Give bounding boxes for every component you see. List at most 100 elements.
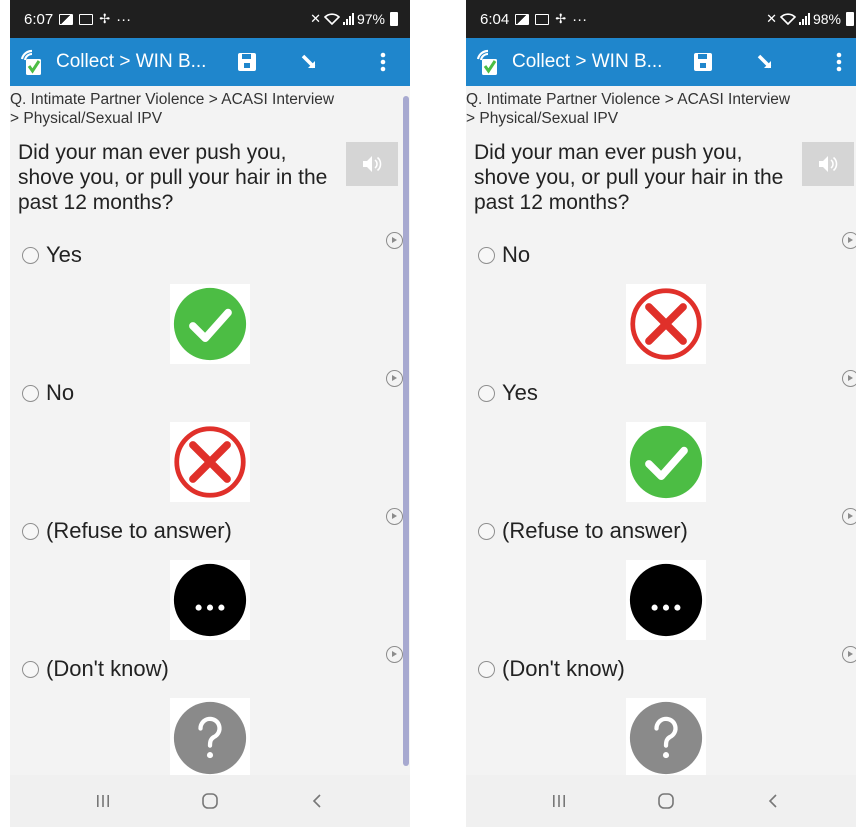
option-audio-play-button[interactable] [842,508,856,525]
speaker-icon [819,156,838,172]
option-audio-play-button[interactable] [842,232,856,249]
status-bar: 6:07 ✢ ··· ✕ 97% [10,0,410,38]
jump-to-question-button[interactable] [292,45,326,79]
recents-icon [553,795,566,807]
radio-button[interactable] [22,660,39,678]
option-audio-play-button[interactable] [386,232,403,249]
question-text: Did your man ever push you, shove you, o… [18,141,328,214]
battery-percent: 97% [356,11,385,27]
answer-option-dont-know[interactable]: (Don't know) [478,656,625,682]
option-image-no[interactable] [626,284,706,364]
app-title: Collect > WIN B... [512,51,663,72]
option-audio-play-button[interactable] [842,370,856,387]
answer-option-refuse[interactable]: (Refuse to answer) [22,518,232,544]
save-button[interactable] [686,45,720,79]
option-image-no[interactable] [170,422,250,502]
check-icon [629,425,703,499]
option-audio-play-button[interactable] [386,646,403,663]
navigate-arrow-icon [757,54,772,69]
option-image-dont-know[interactable] [170,698,250,775]
home-button[interactable] [190,781,230,821]
calendar-notification-icon [79,13,94,25]
scrollbar[interactable] [403,96,409,766]
sync-notification-icon: ✢ [99,11,111,26]
more-vertical-icon [380,52,386,72]
android-nav-bar [10,775,410,827]
wifi-icon [323,13,340,25]
recents-icon [97,795,110,807]
check-icon [173,287,247,361]
battery-icon [390,12,398,26]
option-image-dont-know[interactable] [626,698,706,775]
option-image-yes[interactable] [626,422,706,502]
answer-option-yes[interactable]: Yes [22,242,82,268]
overflow-menu-button[interactable] [366,45,400,79]
back-icon [312,794,321,808]
radio-button[interactable] [478,522,495,540]
status-time: 6:07 [24,10,54,28]
radio-button[interactable] [478,246,495,264]
option-label: No [46,380,75,405]
signal-icon [798,13,810,25]
save-button[interactable] [230,45,264,79]
recent-apps-button[interactable] [539,781,579,821]
wifi-icon [779,13,796,25]
option-audio-play-button[interactable] [842,646,856,663]
question-icon [629,701,703,775]
option-audio-play-button[interactable] [386,508,403,525]
form-content: Q. Intimate Partner Violence > ACASI Int… [466,86,856,775]
answer-option-no[interactable]: No [22,380,74,406]
app-toolbar: Collect > WIN B... [10,38,410,86]
gallery-notification-icon [59,13,74,25]
back-button[interactable] [297,781,337,821]
option-label: Yes [502,380,538,405]
app-title: Collect > WIN B... [56,51,207,72]
home-icon [202,793,218,809]
phone-screen-right: 6:04 ✢ ··· ✕ 98% Collect > WIN B... Q. I… [466,0,856,827]
status-bar: 6:04 ✢ ··· ✕ 98% [466,0,856,38]
option-label: (Refuse to answer) [46,518,232,543]
ellipsis-icon [629,563,703,637]
answer-option-dont-know[interactable]: (Don't know) [22,656,169,682]
sync-notification-icon: ✢ [555,11,567,26]
question-audio-button[interactable] [802,142,854,186]
back-icon [768,794,777,808]
option-label: No [502,242,531,267]
option-image-yes[interactable] [170,284,250,364]
option-image-refuse[interactable] [626,560,706,640]
answer-option-yes[interactable]: Yes [478,380,538,406]
question-group-breadcrumb: Q. Intimate Partner Violence > ACASI Int… [466,91,791,127]
more-notifications-icon: ··· [572,10,588,28]
home-button[interactable] [646,781,686,821]
radio-button[interactable] [22,246,39,264]
answer-option-refuse[interactable]: (Refuse to answer) [478,518,688,544]
back-button[interactable] [753,781,793,821]
home-icon [658,793,674,809]
save-icon [238,53,256,71]
option-label: (Don't know) [502,656,625,681]
question-text: Did your man ever push you, shove you, o… [474,141,784,214]
recent-apps-button[interactable] [83,781,123,821]
jump-to-question-button[interactable] [748,45,782,79]
save-icon [694,53,712,71]
answer-option-no[interactable]: No [478,242,530,268]
option-audio-play-button[interactable] [386,370,403,387]
overflow-menu-button[interactable] [822,45,856,79]
navigate-arrow-icon [301,54,316,69]
app-toolbar: Collect > WIN B... [466,38,856,86]
more-notifications-icon: ··· [116,10,132,28]
option-label: (Refuse to answer) [502,518,688,543]
form-content: Q. Intimate Partner Violence > ACASI Int… [10,86,410,775]
option-image-refuse[interactable] [170,560,250,640]
speaker-icon [363,156,382,172]
radio-button[interactable] [478,384,495,402]
ellipsis-icon [173,563,247,637]
radio-button[interactable] [22,384,39,402]
radio-button[interactable] [478,660,495,678]
radio-button[interactable] [22,522,39,540]
question-icon [173,701,247,775]
question-audio-button[interactable] [346,142,398,186]
option-label: Yes [46,242,82,267]
android-nav-bar [466,775,856,827]
option-label: (Don't know) [46,656,169,681]
